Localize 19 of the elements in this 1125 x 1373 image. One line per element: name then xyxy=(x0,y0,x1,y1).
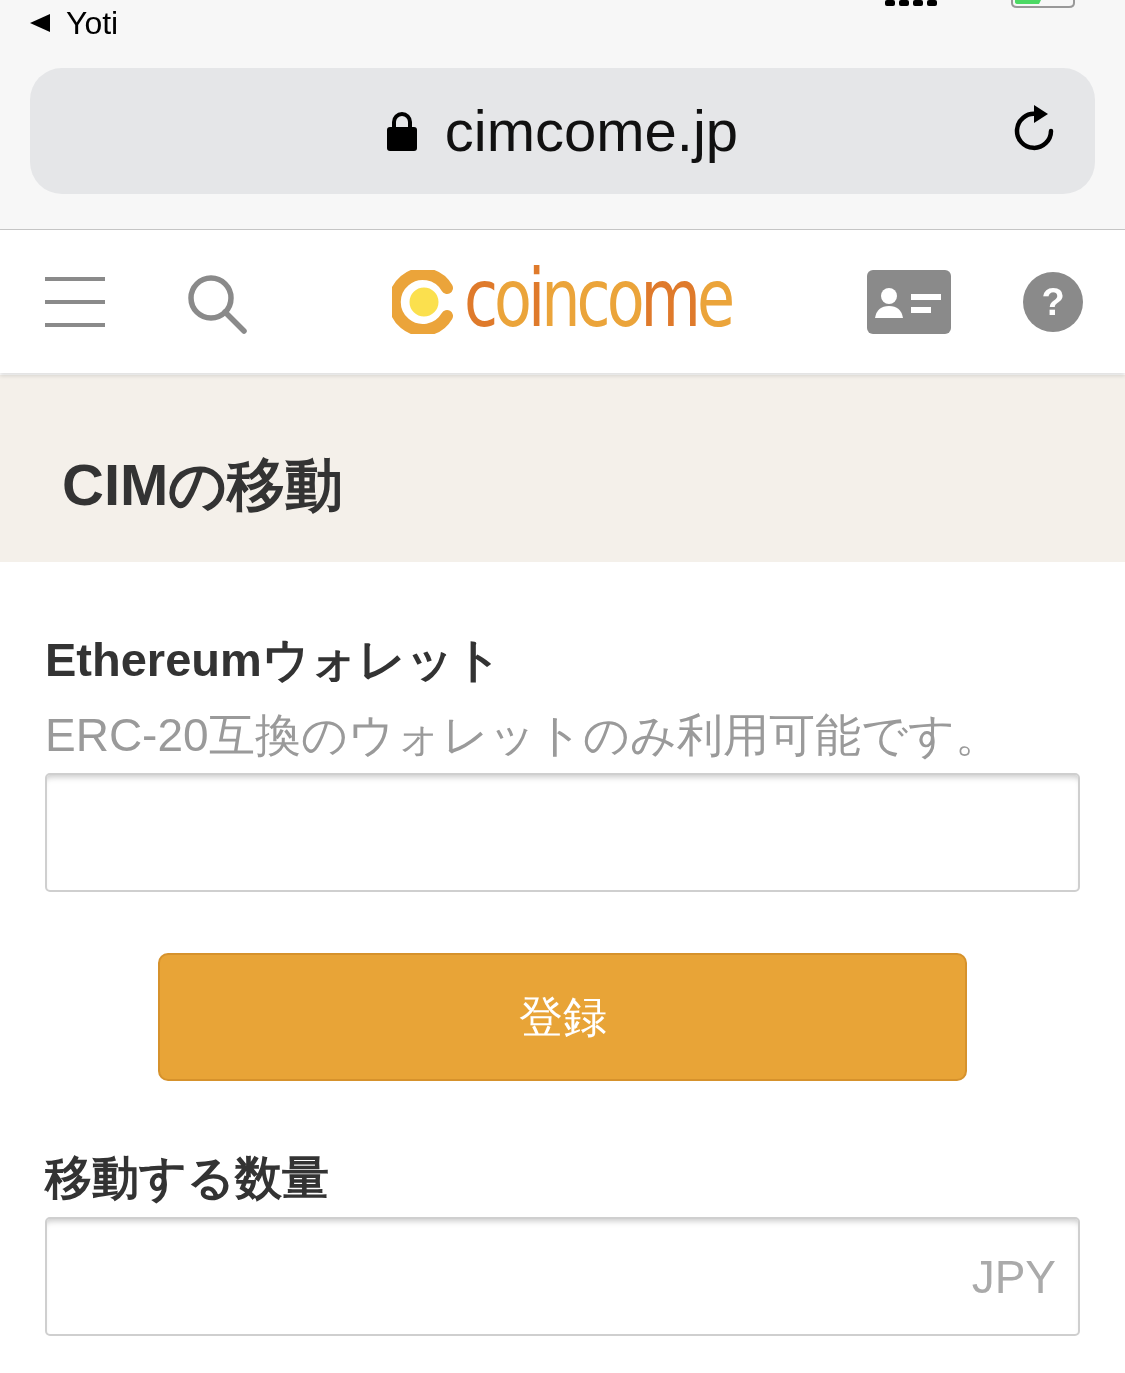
wallet-address-field[interactable] xyxy=(45,773,1080,892)
search-icon[interactable] xyxy=(187,273,247,334)
page-title: CIMの移動 xyxy=(62,450,344,519)
url-text: cimcome.jp xyxy=(444,98,739,164)
back-triangle-icon xyxy=(30,14,50,32)
id-card-icon[interactable] xyxy=(867,269,951,334)
signal-bars-icon xyxy=(885,0,939,6)
coin-logo-icon xyxy=(392,269,456,334)
field-label: 移動する数量 xyxy=(45,1150,330,1206)
logo-wordmark: coincome xyxy=(464,258,732,339)
menu-icon[interactable] xyxy=(45,276,105,327)
address-bar[interactable]: cimcome.jp xyxy=(30,68,1095,194)
field-hint: ERC-20互換のウォレットのみ利用可能です。 xyxy=(45,708,1002,763)
help-button[interactable]: ? xyxy=(1023,271,1083,332)
field-label: Ethereumウォレット xyxy=(45,632,503,688)
amount-field[interactable]: JPY xyxy=(45,1217,1080,1336)
back-link[interactable]: Yoti xyxy=(30,6,119,40)
battery-icon xyxy=(1011,0,1077,8)
register-button[interactable]: 登録 xyxy=(158,953,967,1081)
